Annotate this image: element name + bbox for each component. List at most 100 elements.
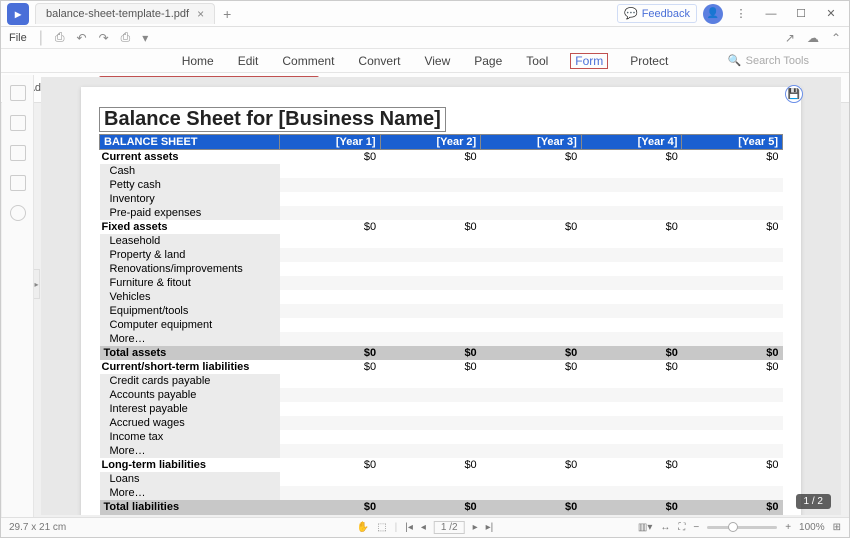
cell-value[interactable]: [481, 192, 582, 206]
cell-value[interactable]: [682, 318, 783, 332]
fit-page-icon[interactable]: ⛶: [678, 522, 685, 533]
comments-icon[interactable]: [10, 205, 26, 221]
header-label[interactable]: BALANCE SHEET: [100, 135, 280, 150]
document-tab[interactable]: balance-sheet-template-1.pdf ×: [35, 3, 215, 24]
cell-value[interactable]: $0: [380, 360, 481, 374]
menu-form[interactable]: Form: [570, 53, 608, 69]
cell-value[interactable]: [581, 248, 682, 262]
last-page-icon[interactable]: ▸|: [486, 522, 494, 533]
cell-value[interactable]: [682, 164, 783, 178]
cell-value[interactable]: [280, 192, 381, 206]
cell-value[interactable]: [280, 248, 381, 262]
menu-convert[interactable]: Convert: [356, 52, 402, 70]
cell-value[interactable]: [481, 430, 582, 444]
thumbnails-icon[interactable]: [10, 85, 26, 101]
cell-value[interactable]: $0: [581, 500, 682, 514]
file-menu[interactable]: File: [9, 32, 27, 44]
cell-value[interactable]: [380, 276, 481, 290]
cell-value[interactable]: [481, 248, 582, 262]
cell-value[interactable]: $0: [682, 514, 783, 515]
cell-value[interactable]: [481, 276, 582, 290]
cell-value[interactable]: [280, 332, 381, 346]
cell-value[interactable]: [581, 332, 682, 346]
cell-value[interactable]: [481, 290, 582, 304]
cell-value[interactable]: $0: [682, 360, 783, 374]
cell-value[interactable]: $0: [280, 360, 381, 374]
cell-value[interactable]: [682, 430, 783, 444]
cell-value[interactable]: [380, 430, 481, 444]
cell-value[interactable]: [581, 486, 682, 500]
cell-value[interactable]: $0: [380, 346, 481, 360]
menu-home[interactable]: Home: [180, 52, 216, 70]
cell-value[interactable]: [682, 332, 783, 346]
cell-value[interactable]: [581, 164, 682, 178]
zoom-level[interactable]: 100%: [799, 522, 825, 533]
cell-value[interactable]: [380, 192, 481, 206]
cell-value[interactable]: $0: [581, 458, 682, 472]
cell-value[interactable]: [581, 262, 682, 276]
tab-close-icon[interactable]: ×: [197, 7, 204, 21]
new-tab-button[interactable]: +: [223, 6, 231, 22]
cell-value[interactable]: [280, 416, 381, 430]
cell-value[interactable]: [481, 402, 582, 416]
cell-value[interactable]: [481, 164, 582, 178]
header-year-1[interactable]: [Year 1]: [280, 135, 381, 150]
cell-value[interactable]: [280, 178, 381, 192]
header-year-3[interactable]: [Year 3]: [481, 135, 582, 150]
cell-value[interactable]: $0: [280, 500, 381, 514]
item-label[interactable]: Loans: [110, 473, 140, 485]
cell-value[interactable]: [581, 276, 682, 290]
cell-value[interactable]: $0: [682, 458, 783, 472]
cell-value[interactable]: $0: [481, 150, 582, 165]
cell-value[interactable]: $0: [581, 514, 682, 515]
item-label[interactable]: Cash: [110, 165, 136, 177]
save-pin-icon[interactable]: 💾: [785, 85, 803, 103]
cell-value[interactable]: [481, 304, 582, 318]
item-label[interactable]: Interest payable: [110, 403, 188, 415]
kebab-menu-icon[interactable]: ⋮: [729, 4, 753, 24]
cell-value[interactable]: $0: [380, 220, 481, 234]
layers-icon[interactable]: [10, 175, 26, 191]
zoom-in-icon[interactable]: +: [785, 522, 791, 533]
cell-value[interactable]: [481, 262, 582, 276]
item-label[interactable]: More…: [110, 487, 146, 499]
cell-value[interactable]: [581, 416, 682, 430]
cell-value[interactable]: [280, 290, 381, 304]
cell-value[interactable]: [481, 374, 582, 388]
cell-value[interactable]: [481, 416, 582, 430]
chevron-up-icon[interactable]: ⌃: [831, 31, 841, 45]
menu-view[interactable]: View: [422, 52, 452, 70]
item-label[interactable]: Accrued wages: [110, 417, 185, 429]
close-button[interactable]: ✕: [819, 4, 843, 24]
cell-value[interactable]: [581, 318, 682, 332]
cell-value[interactable]: [380, 402, 481, 416]
header-year-4[interactable]: [Year 4]: [581, 135, 682, 150]
cell-value[interactable]: [682, 234, 783, 248]
zoom-out-icon[interactable]: −: [693, 522, 699, 533]
cell-value[interactable]: [380, 164, 481, 178]
cell-value[interactable]: [682, 486, 783, 500]
cell-value[interactable]: [581, 388, 682, 402]
cell-value[interactable]: [481, 472, 582, 486]
cell-value[interactable]: [280, 402, 381, 416]
cell-value[interactable]: $0: [682, 500, 783, 514]
cell-value[interactable]: [481, 332, 582, 346]
next-page-icon[interactable]: ▸: [473, 522, 478, 533]
cell-value[interactable]: [682, 388, 783, 402]
print-icon[interactable]: ⎙: [121, 30, 131, 45]
item-label[interactable]: Credit cards payable: [110, 375, 211, 387]
cell-value[interactable]: [581, 402, 682, 416]
prev-page-icon[interactable]: ◂: [421, 522, 426, 533]
cell-value[interactable]: [280, 304, 381, 318]
menu-tool[interactable]: Tool: [524, 52, 550, 70]
cell-value[interactable]: [682, 192, 783, 206]
feedback-button[interactable]: 💬 Feedback: [617, 4, 697, 23]
cell-value[interactable]: [280, 234, 381, 248]
item-label[interactable]: Inventory: [110, 193, 155, 205]
cell-value[interactable]: [682, 248, 783, 262]
save-icon[interactable]: ⎙: [55, 30, 65, 45]
cell-value[interactable]: [481, 178, 582, 192]
item-label[interactable]: Accounts payable: [110, 389, 197, 401]
cell-value[interactable]: [481, 388, 582, 402]
document-viewport[interactable]: 💾 Balance Sheet for [Business Name] BALA…: [41, 77, 841, 515]
